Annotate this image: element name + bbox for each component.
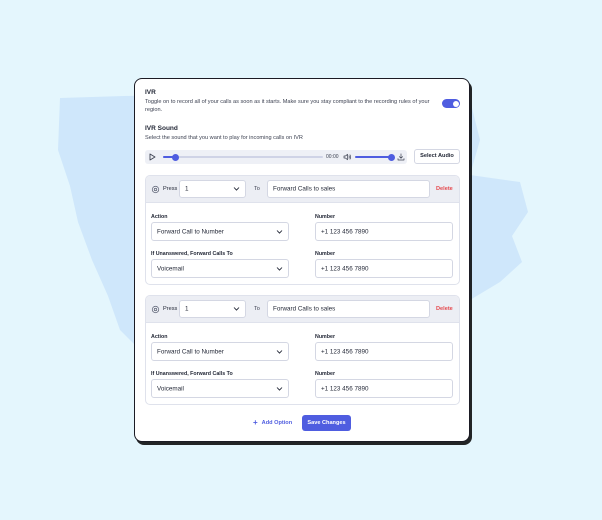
number-input[interactable]: +1 123 456 7890 <box>315 222 453 241</box>
ivr-title: IVR <box>145 89 156 96</box>
volume-handle[interactable] <box>387 153 395 161</box>
destination-value: Forward Calls to sales <box>273 185 336 193</box>
unanswered-number-value: +1 123 456 7890 <box>321 265 369 272</box>
add-option-label: Add Option <box>261 420 293 426</box>
number-value: +1 123 456 7890 <box>321 348 369 355</box>
delete-option-button[interactable]: Delete <box>436 306 453 312</box>
to-label: To <box>254 186 260 192</box>
save-changes-button[interactable]: Save Changes <box>302 415 351 431</box>
audio-progress-track[interactable] <box>163 153 323 161</box>
action-label: Action <box>151 334 168 340</box>
audio-progress-handle[interactable] <box>172 153 180 161</box>
destination-value: Forward Calls to sales <box>273 305 336 313</box>
number-input[interactable]: +1 123 456 7890 <box>315 342 453 361</box>
ivr-sound-description: Select the sound that you want to play f… <box>145 135 303 141</box>
delete-option-button[interactable]: Delete <box>436 186 453 192</box>
action-value: Forward Call to Number <box>157 228 224 235</box>
option-header: Press 1 To Forward Calls to sales Delete <box>146 296 459 323</box>
unanswered-label: If Unanswered, Forward Calls To <box>151 371 233 377</box>
select-audio-button[interactable]: Select Audio <box>414 149 460 164</box>
destination-input[interactable]: Forward Calls to sales <box>267 180 430 198</box>
ivr-option-2: Press 1 To Forward Calls to sales Delete… <box>145 295 460 405</box>
chevron-down-icon <box>276 266 283 271</box>
ivr-description: Toggle on to record all of your calls as… <box>145 99 430 113</box>
chevron-down-icon <box>276 386 283 391</box>
download-icon[interactable] <box>397 153 405 161</box>
ivr-settings-card: IVR Toggle on to record all of your call… <box>134 78 470 442</box>
to-label: To <box>254 306 260 312</box>
number-label: Number <box>315 251 336 257</box>
unanswered-select[interactable]: Voicemail <box>151 259 289 278</box>
option-header: Press 1 To Forward Calls to sales Delete <box>146 176 459 203</box>
unanswered-select[interactable]: Voicemail <box>151 379 289 398</box>
press-key-select[interactable]: 1 <box>179 180 246 198</box>
press-key-select[interactable]: 1 <box>179 300 246 318</box>
unanswered-value: Voicemail <box>157 385 184 392</box>
press-key-value: 1 <box>185 185 189 193</box>
chevron-down-icon <box>233 307 240 311</box>
unanswered-number-value: +1 123 456 7890 <box>321 385 369 392</box>
ivr-record-toggle[interactable] <box>442 99 460 108</box>
unanswered-number-input[interactable]: +1 123 456 7890 <box>315 259 453 278</box>
action-value: Forward Call to Number <box>157 348 224 355</box>
unanswered-number-input[interactable]: +1 123 456 7890 <box>315 379 453 398</box>
unanswered-value: Voicemail <box>157 265 184 272</box>
number-label: Number <box>315 334 336 340</box>
toggle-knob <box>452 100 459 107</box>
gear-icon <box>151 185 160 194</box>
unanswered-label: If Unanswered, Forward Calls To <box>151 251 233 257</box>
plus-icon: + <box>253 418 258 427</box>
press-key-value: 1 <box>185 305 189 313</box>
add-option-button[interactable]: + Add Option <box>253 418 292 427</box>
chevron-down-icon <box>276 229 283 234</box>
volume-track[interactable] <box>355 156 391 158</box>
number-value: +1 123 456 7890 <box>321 228 369 235</box>
chevron-down-icon <box>233 187 240 191</box>
action-select[interactable]: Forward Call to Number <box>151 342 289 361</box>
gear-icon <box>151 305 160 314</box>
play-icon[interactable] <box>148 153 156 161</box>
ivr-sound-title: IVR Sound <box>145 125 178 132</box>
action-select[interactable]: Forward Call to Number <box>151 222 289 241</box>
action-label: Action <box>151 214 168 220</box>
chevron-down-icon <box>276 349 283 354</box>
number-label: Number <box>315 371 336 377</box>
audio-time: 00:00 <box>326 154 339 160</box>
destination-input[interactable]: Forward Calls to sales <box>267 300 430 318</box>
press-label: Press <box>163 306 178 312</box>
press-label: Press <box>163 186 178 192</box>
audio-player: 00:00 <box>145 150 407 164</box>
number-label: Number <box>315 214 336 220</box>
volume-icon[interactable] <box>343 153 352 161</box>
ivr-option-1: Press 1 To Forward Calls to sales Delete… <box>145 175 460 285</box>
